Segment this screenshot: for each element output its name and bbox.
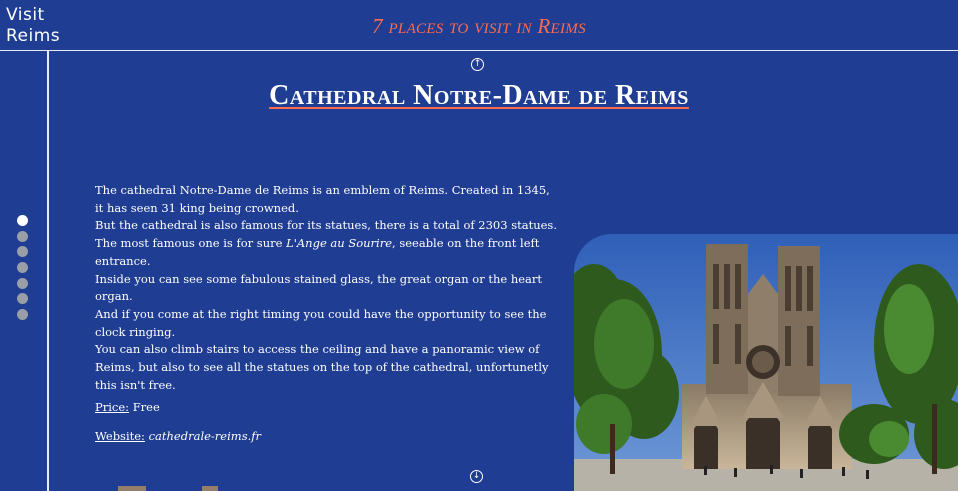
- website-label: Website:: [95, 429, 145, 443]
- description-paragraph: And if you come at the right timing you …: [95, 306, 547, 339]
- slide-dot-3[interactable]: [17, 246, 28, 258]
- slide-dot-5[interactable]: [17, 277, 28, 289]
- next-slide-peek: [118, 486, 146, 491]
- place-description: The cathedral Notre-Dame de Reims is an …: [95, 182, 560, 394]
- sidebar-divider: [47, 51, 49, 491]
- website-info: Website: cathedrale-reims.fr: [95, 428, 261, 444]
- slide-dot-7[interactable]: [17, 309, 28, 321]
- slide-dot-2[interactable]: [17, 230, 28, 242]
- slide-pagination: [17, 215, 29, 325]
- slide-dot-4[interactable]: [17, 262, 28, 274]
- description-paragraph: You can also climb stairs to access the …: [95, 342, 549, 392]
- slide-dot-6[interactable]: [17, 293, 28, 305]
- description-paragraph: But the cathedral is also famous for its…: [95, 218, 557, 268]
- arrow-up-circle-icon[interactable]: ↑: [471, 58, 484, 71]
- price-info: Price: Free: [95, 399, 160, 415]
- place-title: Cathedral Notre-Dame de Reims: [269, 80, 689, 111]
- description-paragraph: The cathedral Notre-Dame de Reims is an …: [95, 183, 550, 215]
- cathedral-photo: [574, 234, 958, 491]
- slide-dot-1[interactable]: [17, 215, 28, 226]
- next-slide-peek: [202, 486, 218, 491]
- arrow-down-circle-icon[interactable]: ↓: [470, 470, 483, 483]
- price-value: Free: [132, 400, 160, 414]
- header-divider: [0, 50, 958, 51]
- description-paragraph: Inside you can see some fabulous stained…: [95, 271, 543, 304]
- website-link[interactable]: cathedrale-reims.fr: [149, 429, 261, 443]
- price-label: Price:: [95, 400, 130, 414]
- site-title: 7 places to visit in Reims: [372, 14, 586, 38]
- statue-name: L'Ange au Sourire: [286, 236, 393, 251]
